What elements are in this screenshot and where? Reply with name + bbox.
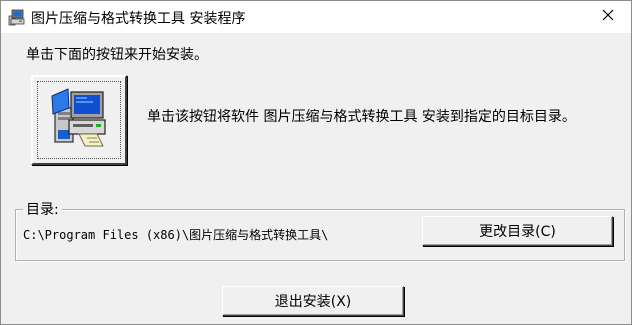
install-path: C:\Program Files (x86)\图片压缩与格式转换工具\ <box>23 228 329 242</box>
window-title: 图片压缩与格式转换工具 安装程序 <box>31 11 246 27</box>
setup-computer-icon <box>7 8 25 26</box>
exit-setup-button[interactable]: 退出安装(X) <box>222 286 404 316</box>
close-icon <box>602 9 614 25</box>
close-button[interactable] <box>585 1 631 33</box>
computer-install-icon <box>49 86 109 154</box>
title-bar: 图片压缩与格式转换工具 安装程序 <box>1 1 631 33</box>
install-button-focus <box>37 81 121 159</box>
instruction-text: 单击下面的按钮来开始安装。 <box>26 47 208 63</box>
setup-window: 图片压缩与格式转换工具 安装程序 单击下面的按钮来开始安装。 单击该按钮将软件 … <box>0 0 632 325</box>
directory-legend: 目录: <box>23 199 62 219</box>
change-directory-button[interactable]: 更改目录(C) <box>422 216 613 246</box>
install-button[interactable] <box>31 75 127 165</box>
install-description: 单击该按钮将软件 图片压缩与格式转换工具 安装到指定的目标目录。 <box>147 109 576 125</box>
